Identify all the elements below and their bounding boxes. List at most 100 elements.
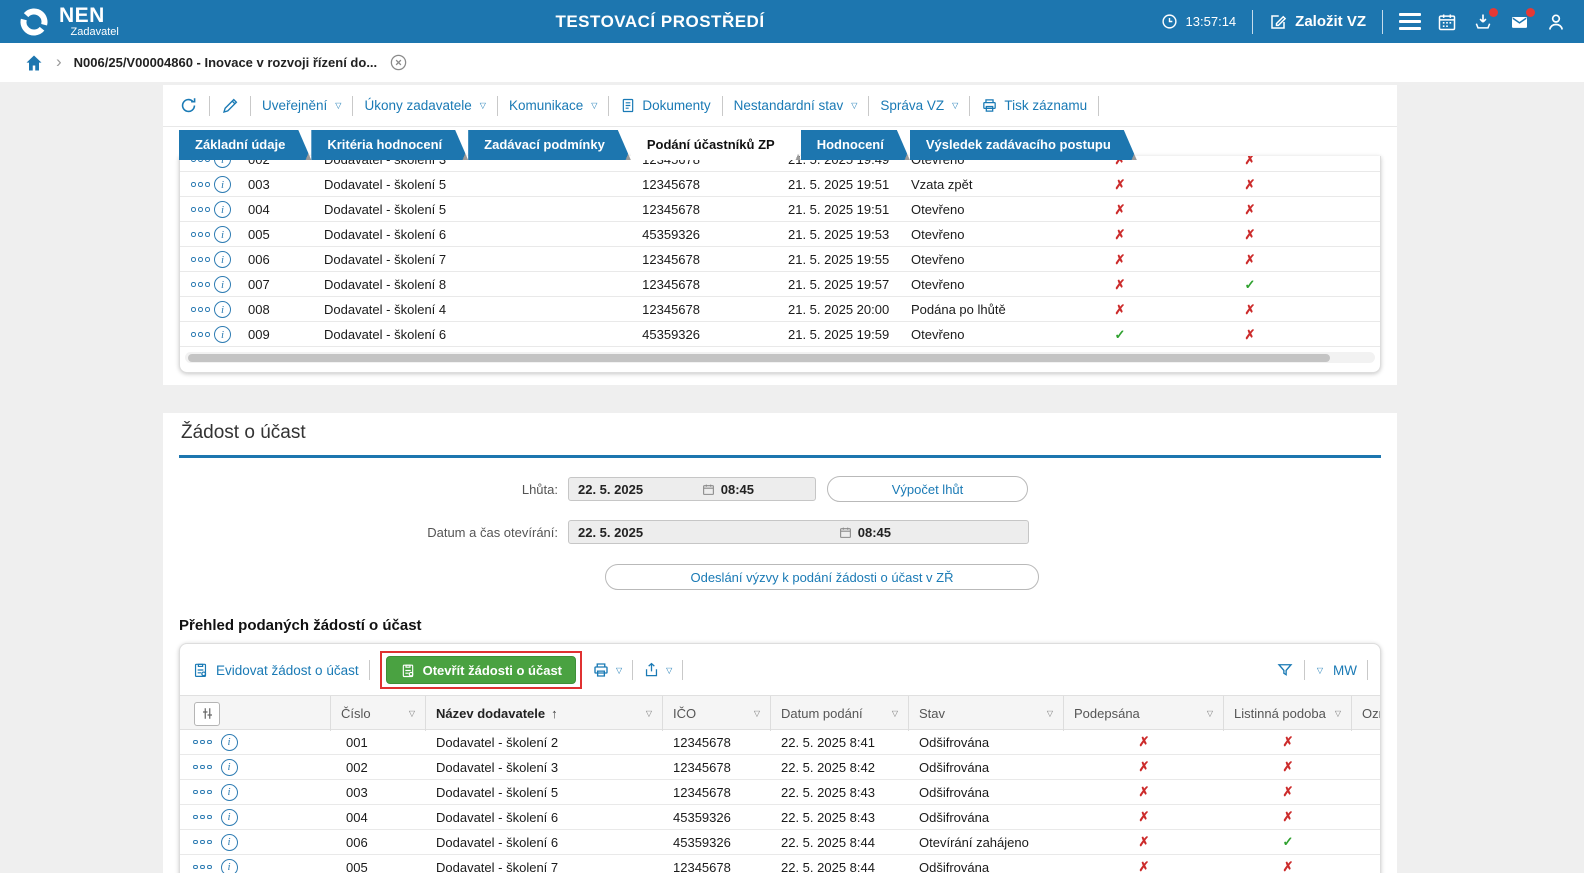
otevirani-time-value[interactable]: 08:45 [858, 525, 891, 540]
row-menu-icon[interactable] [193, 864, 212, 870]
tab-podani-ucastniku-zp[interactable]: Podání účastníků ZP [631, 130, 801, 160]
row-menu-icon[interactable] [191, 307, 210, 312]
odeslani-vyzvy-button[interactable]: Odeslání výzvy k podání žádosti o účast … [605, 564, 1039, 590]
otevirani-date-value[interactable]: 22. 5. 2025 [578, 525, 643, 540]
table-row[interactable]: i 006 Dodavatel - školení 7 12345678 21.… [180, 247, 1380, 272]
info-icon[interactable]: i [220, 733, 238, 751]
lhuta-time-value[interactable]: 08:45 [721, 482, 754, 497]
row-menu-icon[interactable] [193, 739, 212, 745]
table-row[interactable]: i 005 Dodavatel - školení 6 45359326 21.… [180, 222, 1380, 247]
otevirani-input[interactable]: 22. 5. 2025 08:45 [568, 520, 1029, 544]
table-row[interactable]: i 003 Dodavatel - školení 5 12345678 21.… [180, 172, 1380, 197]
table-row[interactable]: i 005 Dodavatel - školení 7 12345678 22.… [180, 855, 1380, 873]
downloads-icon[interactable] [1473, 7, 1498, 32]
export-menu[interactable]: ▽ [643, 661, 672, 679]
info-icon[interactable]: i [220, 808, 238, 826]
lhuta-date-value[interactable]: 22. 5. 2025 [578, 482, 643, 497]
column-header-stav[interactable]: Stav ▽ [909, 696, 1064, 731]
menu-icon[interactable] [1399, 13, 1421, 30]
tab-kriteria-hodnoceni[interactable]: Kritéria hodnocení [311, 130, 468, 160]
chevron-down-icon: ▽ [616, 665, 623, 675]
info-icon[interactable]: i [220, 833, 238, 851]
table-row[interactable]: i 004 Dodavatel - školení 6 45359326 22.… [180, 805, 1380, 830]
table-row[interactable]: i 001 Dodavatel - školení 2 12345678 22.… [180, 730, 1380, 755]
tab-vysledek[interactable]: Výsledek zadávacího postupu [910, 130, 1137, 160]
filter-caret-icon[interactable]: ▽ [403, 709, 415, 718]
column-header-cislo[interactable]: Číslo ▽ [331, 696, 426, 731]
info-icon[interactable]: i [220, 783, 238, 801]
row-menu-icon[interactable] [193, 814, 212, 820]
scrollbar-thumb[interactable] [188, 353, 1331, 362]
menu-tisk-zaznamu[interactable]: Tisk záznamu [981, 97, 1087, 114]
info-icon[interactable]: i [214, 176, 231, 193]
table-row[interactable]: i 004 Dodavatel - školení 5 12345678 21.… [180, 197, 1380, 222]
filter-caret-icon[interactable]: ▽ [1041, 709, 1053, 718]
chevron-down-icon[interactable]: ▽ [1317, 666, 1323, 675]
tab-zadavaci-podminky[interactable]: Zadávací podmínky [468, 130, 631, 160]
menu-dokumenty[interactable]: Dokumenty [620, 97, 711, 114]
row-menu-icon[interactable] [191, 232, 210, 237]
row-menu-icon[interactable] [193, 789, 212, 795]
column-header-datum[interactable]: Datum podání ▽ [771, 696, 909, 731]
row-menu-icon[interactable] [193, 839, 212, 845]
vypocet-lhut-button[interactable]: Výpočet lhůt [827, 476, 1028, 502]
create-vz-button[interactable]: Založit VZ [1269, 13, 1366, 31]
table-row[interactable]: i 002 Dodavatel - školení 3 12345678 22.… [180, 755, 1380, 780]
column-header-listinna[interactable]: Listinná podoba ▽ [1224, 696, 1352, 731]
menu-nestandardni-stav[interactable]: Nestandardní stav ▽ [734, 98, 858, 113]
info-icon[interactable]: i [220, 758, 238, 776]
info-icon[interactable]: i [214, 326, 231, 343]
row-menu-icon[interactable] [191, 282, 210, 287]
user-icon[interactable] [1546, 12, 1566, 32]
filter-caret-icon[interactable]: ▽ [640, 709, 652, 718]
menu-sprava-vz[interactable]: Správa VZ ▽ [880, 98, 958, 113]
table-row[interactable]: i 006 Dodavatel - školení 6 45359326 22.… [180, 830, 1380, 855]
nen-logo[interactable]: NEN Zadavatel [18, 5, 119, 38]
breadcrumb-item[interactable]: N006/25/V00004860 - Inovace v rozvoji ří… [74, 55, 377, 70]
home-icon[interactable] [24, 53, 44, 73]
menu-uverejneni[interactable]: Uveřejnění ▽ [262, 98, 341, 113]
calendar-icon[interactable] [839, 526, 852, 539]
edit-record-icon[interactable] [221, 97, 239, 115]
filter-caret-icon[interactable]: ▽ [1201, 709, 1213, 718]
close-tab-icon[interactable] [389, 53, 408, 72]
info-icon[interactable]: i [214, 201, 231, 218]
info-icon[interactable]: i [214, 276, 231, 293]
row-menu-icon[interactable] [191, 332, 210, 337]
print-menu[interactable]: ▽ [592, 661, 622, 679]
table-row[interactable]: i 009 Dodavatel - školení 6 45359326 21.… [180, 322, 1380, 347]
mw-view-label[interactable]: MW [1333, 663, 1357, 678]
tab-hodnoceni[interactable]: Hodnocení [801, 130, 910, 160]
filter-caret-icon[interactable]: ▽ [1329, 709, 1341, 718]
lhuta-input[interactable]: 22. 5. 2025 08:45 [568, 477, 816, 501]
column-header-podepsana[interactable]: Podepsána ▽ [1064, 696, 1224, 731]
refresh-icon[interactable] [179, 96, 198, 115]
evidovat-zadost-button[interactable]: Evidovat žádost o účast [192, 661, 359, 679]
row-menu-icon[interactable] [191, 257, 210, 262]
mail-icon[interactable] [1509, 7, 1535, 32]
column-header-ico[interactable]: IČO ▽ [663, 696, 771, 731]
calendar-icon[interactable] [1437, 12, 1457, 32]
horizontal-scrollbar[interactable] [185, 352, 1375, 363]
table-row[interactable]: i 003 Dodavatel - školení 5 12345678 22.… [180, 780, 1380, 805]
menu-komunikace[interactable]: Komunikace ▽ [509, 98, 597, 113]
tab-zakladni-udaje[interactable]: Základní údaje [179, 130, 311, 160]
filter-caret-icon[interactable]: ▽ [886, 709, 898, 718]
otevrit-zadosti-button[interactable]: Otevřít žádosti o účast [385, 656, 577, 684]
menu-ukony-zadavatele[interactable]: Úkony zadavatele ▽ [364, 98, 485, 113]
filter-icon[interactable] [1276, 661, 1294, 679]
column-header-nazev[interactable]: Název dodavatele ↑ ▽ [426, 696, 663, 731]
info-icon[interactable]: i [214, 301, 231, 318]
filter-caret-icon[interactable]: ▽ [748, 709, 760, 718]
row-menu-icon[interactable] [193, 764, 212, 770]
info-icon[interactable]: i [214, 251, 231, 268]
column-header-oznacena[interactable]: Označe [1352, 696, 1380, 731]
row-menu-icon[interactable] [191, 207, 210, 212]
calendar-icon[interactable] [702, 483, 715, 496]
column-settings-icon[interactable] [194, 701, 220, 726]
info-icon[interactable]: i [220, 858, 238, 873]
table-row[interactable]: i 008 Dodavatel - školení 4 12345678 21.… [180, 297, 1380, 322]
table-row[interactable]: i 007 Dodavatel - školení 8 12345678 21.… [180, 272, 1380, 297]
row-menu-icon[interactable] [191, 182, 210, 187]
info-icon[interactable]: i [214, 226, 231, 243]
